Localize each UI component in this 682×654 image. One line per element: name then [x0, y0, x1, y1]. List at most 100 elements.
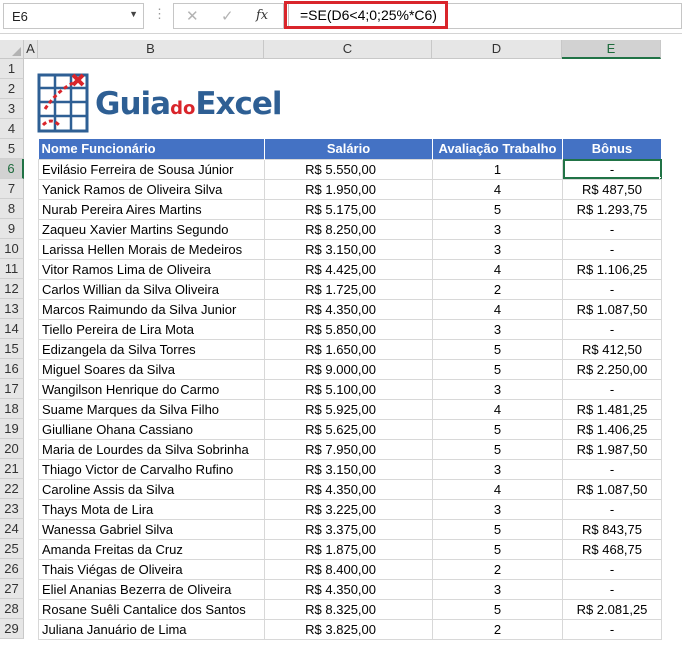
- cell-nome[interactable]: Wanessa Gabriel Silva: [38, 518, 265, 540]
- cell-nome[interactable]: Maria de Lourdes da Silva Sobrinha: [38, 438, 265, 460]
- cell-avaliacao[interactable]: 5: [432, 518, 563, 540]
- chevron-down-icon[interactable]: ▼: [129, 9, 138, 19]
- row-header[interactable]: 3: [0, 99, 24, 119]
- row-header[interactable]: 2: [0, 79, 24, 99]
- row-header[interactable]: 11: [0, 259, 24, 279]
- name-box[interactable]: E6 ▼: [3, 3, 144, 29]
- header-nome[interactable]: Nome Funcionário: [38, 139, 265, 159]
- cell-salario[interactable]: R$ 1.950,00: [264, 178, 433, 200]
- cell-salario[interactable]: R$ 1.650,00: [264, 338, 433, 360]
- cell-avaliacao[interactable]: 4: [432, 178, 563, 200]
- cell-nome[interactable]: Amanda Freitas da Cruz: [38, 538, 265, 560]
- cell-avaliacao[interactable]: 5: [432, 338, 563, 360]
- cell-nome[interactable]: Nurab Pereira Aires Martins: [38, 198, 265, 220]
- close-icon[interactable]: ✕: [186, 7, 199, 25]
- cell-avaliacao[interactable]: 3: [432, 578, 563, 600]
- cell-nome[interactable]: Miguel Soares da Silva: [38, 358, 265, 380]
- active-cell[interactable]: -: [562, 158, 662, 180]
- cell-bonus[interactable]: R$ 412,50: [562, 338, 662, 360]
- cell-salario[interactable]: R$ 3.150,00: [264, 458, 433, 480]
- cell-salario[interactable]: R$ 4.350,00: [264, 478, 433, 500]
- cell-salario[interactable]: R$ 8.250,00: [264, 218, 433, 240]
- fill-handle[interactable]: [659, 176, 661, 178]
- cell-salario[interactable]: R$ 4.350,00: [264, 298, 433, 320]
- cell-nome[interactable]: Giulliane Ohana Cassiano: [38, 418, 265, 440]
- cell-nome[interactable]: Tiello Pereira de Lira Mota: [38, 318, 265, 340]
- row-header[interactable]: 26: [0, 559, 24, 579]
- row-header[interactable]: 20: [0, 439, 24, 459]
- cell-nome[interactable]: Edizangela da Silva Torres: [38, 338, 265, 360]
- cell-bonus[interactable]: R$ 1.293,75: [562, 198, 662, 220]
- cell-nome[interactable]: Thais Viégas de Oliveira: [38, 558, 265, 580]
- cell-salario[interactable]: R$ 3.375,00: [264, 518, 433, 540]
- cell-nome[interactable]: Thays Mota de Lira: [38, 498, 265, 520]
- fx-icon[interactable]: fx: [256, 8, 268, 23]
- row-header[interactable]: 8: [0, 199, 24, 219]
- cell-nome[interactable]: Zaqueu Xavier Martins Segundo: [38, 218, 265, 240]
- row-header[interactable]: 13: [0, 299, 24, 319]
- cell-nome[interactable]: Vitor Ramos Lima de Oliveira: [38, 258, 265, 280]
- cell-avaliacao[interactable]: 5: [432, 438, 563, 460]
- cell-nome[interactable]: Caroline Assis da Silva: [38, 478, 265, 500]
- row-header[interactable]: 25: [0, 539, 24, 559]
- cell-avaliacao[interactable]: 4: [432, 258, 563, 280]
- cell-bonus[interactable]: R$ 468,75: [562, 538, 662, 560]
- cell-nome[interactable]: Carlos Willian da Silva Oliveira: [38, 278, 265, 300]
- cell-avaliacao[interactable]: 3: [432, 318, 563, 340]
- row-header[interactable]: 19: [0, 419, 24, 439]
- cell-avaliacao[interactable]: 3: [432, 498, 563, 520]
- row-header[interactable]: 12: [0, 279, 24, 299]
- row-header[interactable]: 21: [0, 459, 24, 479]
- row-header[interactable]: 18: [0, 399, 24, 419]
- cell-avaliacao[interactable]: 5: [432, 538, 563, 560]
- drag-handle-icon[interactable]: ⋮: [153, 6, 166, 22]
- cell-bonus[interactable]: R$ 1.087,50: [562, 478, 662, 500]
- cell-bonus[interactable]: R$ 1.987,50: [562, 438, 662, 460]
- cell-salario[interactable]: R$ 8.325,00: [264, 598, 433, 620]
- row-header[interactable]: 14: [0, 319, 24, 339]
- cell-bonus[interactable]: R$ 1.087,50: [562, 298, 662, 320]
- row-header[interactable]: 29: [0, 619, 24, 639]
- cell-nome[interactable]: Suame Marques da Silva Filho: [38, 398, 265, 420]
- cell-avaliacao[interactable]: 4: [432, 398, 563, 420]
- cell-nome[interactable]: Rosane Suêli Cantalice dos Santos: [38, 598, 265, 620]
- row-header[interactable]: 4: [0, 119, 24, 139]
- cell-avaliacao[interactable]: 2: [432, 618, 563, 640]
- header-avaliacao[interactable]: Avaliação Trabalho: [432, 139, 563, 159]
- cell-bonus[interactable]: R$ 487,50: [562, 178, 662, 200]
- select-all-corner[interactable]: [0, 40, 24, 59]
- row-header[interactable]: 28: [0, 599, 24, 619]
- row-header[interactable]: 27: [0, 579, 24, 599]
- row-header[interactable]: 10: [0, 239, 24, 259]
- cell-salario[interactable]: R$ 5.925,00: [264, 398, 433, 420]
- cell-salario[interactable]: R$ 4.350,00: [264, 578, 433, 600]
- cell-salario[interactable]: R$ 5.550,00: [264, 158, 433, 180]
- cell-avaliacao[interactable]: 2: [432, 558, 563, 580]
- cell-bonus[interactable]: R$ 843,75: [562, 518, 662, 540]
- row-header[interactable]: 24: [0, 519, 24, 539]
- cell-salario[interactable]: R$ 7.950,00: [264, 438, 433, 460]
- row-header[interactable]: 16: [0, 359, 24, 379]
- cell-bonus[interactable]: -: [562, 498, 662, 520]
- cell-bonus[interactable]: -: [562, 378, 662, 400]
- cell-bonus[interactable]: -: [562, 578, 662, 600]
- cell-salario[interactable]: R$ 1.725,00: [264, 278, 433, 300]
- cell-nome[interactable]: Evilásio Ferreira de Sousa Júnior: [38, 158, 265, 180]
- cell-salario[interactable]: R$ 1.875,00: [264, 538, 433, 560]
- cell-bonus[interactable]: -: [562, 218, 662, 240]
- cell-avaliacao[interactable]: 3: [432, 378, 563, 400]
- row-header[interactable]: 23: [0, 499, 24, 519]
- cell-avaliacao[interactable]: 4: [432, 478, 563, 500]
- cell-bonus[interactable]: -: [562, 318, 662, 340]
- cell-bonus[interactable]: -: [562, 558, 662, 580]
- cell-bonus[interactable]: R$ 1.106,25: [562, 258, 662, 280]
- column-header-a[interactable]: A: [24, 40, 38, 59]
- cell-avaliacao[interactable]: 5: [432, 198, 563, 220]
- row-header[interactable]: 6: [0, 159, 24, 179]
- cell-avaliacao[interactable]: 2: [432, 278, 563, 300]
- cell-avaliacao[interactable]: 5: [432, 598, 563, 620]
- cell-nome[interactable]: Eliel Ananias Bezerra de Oliveira: [38, 578, 265, 600]
- column-header-c[interactable]: C: [264, 40, 432, 59]
- column-header-b[interactable]: B: [38, 40, 264, 59]
- row-header[interactable]: 7: [0, 179, 24, 199]
